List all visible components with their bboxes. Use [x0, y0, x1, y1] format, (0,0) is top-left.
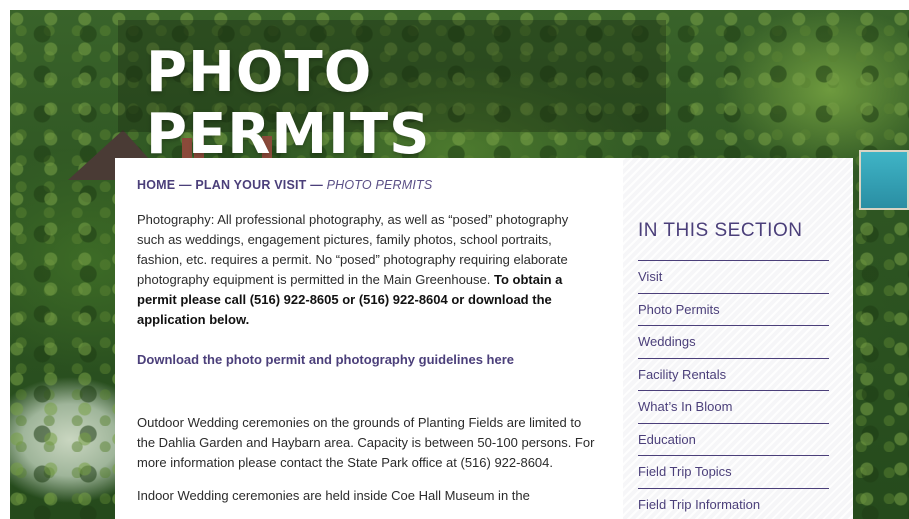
pool-image: [859, 150, 909, 210]
breadcrumb-plan-your-visit-link[interactable]: PLAN YOUR VISIT: [195, 178, 306, 192]
sidebar-item-field-trip-topics: Field Trip Topics: [638, 456, 829, 489]
sidebar-item-photo-permits: Photo Permits: [638, 294, 829, 326]
sidebar-heading: IN THIS SECTION: [638, 220, 803, 241]
indoor-wedding-paragraph: Indoor Wedding ceremonies are held insid…: [137, 488, 530, 503]
section-sidebar: IN THIS SECTION Visit Photo Permits Wedd…: [623, 158, 853, 519]
sidebar-item-facility-rentals: Facility Rentals: [638, 359, 829, 391]
sidebar-link-visit[interactable]: Visit: [638, 269, 662, 284]
sidebar-item-weddings: Weddings: [638, 326, 829, 359]
download-permit-link[interactable]: Download the photo permit and photograph…: [137, 352, 601, 367]
breadcrumb-separator: —: [179, 178, 196, 192]
main-content: HOME — PLAN YOUR VISIT — PHOTO PERMITS P…: [115, 158, 623, 519]
breadcrumb-current: PHOTO PERMITS: [326, 178, 433, 192]
sidebar-nav: Visit Photo Permits Weddings Facility Re…: [638, 260, 829, 519]
sidebar-link-field-trip-information[interactable]: Field Trip Information: [638, 497, 760, 512]
sidebar-item-whats-in-bloom: What’s In Bloom: [638, 391, 829, 424]
sidebar-item-field-trip-information: Field Trip Information: [638, 489, 829, 519]
breadcrumb-separator: —: [310, 178, 327, 192]
sidebar-link-whats-in-bloom[interactable]: What’s In Bloom: [638, 399, 732, 414]
photography-permit-paragraph: Photography: All professional photograph…: [137, 210, 597, 330]
breadcrumb: HOME — PLAN YOUR VISIT — PHOTO PERMITS: [137, 178, 601, 192]
page-title: PHOTO PERMITS: [118, 20, 666, 165]
sidebar-item-education: Education: [638, 424, 829, 456]
outdoor-wedding-paragraph: Outdoor Wedding ceremonies on the ground…: [137, 415, 595, 470]
sidebar-link-facility-rentals[interactable]: Facility Rentals: [638, 367, 726, 382]
breadcrumb-home-link[interactable]: HOME: [137, 178, 175, 192]
sidebar-link-weddings[interactable]: Weddings: [638, 334, 696, 349]
sidebar-link-education[interactable]: Education: [638, 432, 696, 447]
sidebar-link-photo-permits[interactable]: Photo Permits: [638, 302, 720, 317]
sidebar-item-visit: Visit: [638, 261, 829, 294]
sidebar-link-field-trip-topics[interactable]: Field Trip Topics: [638, 464, 732, 479]
